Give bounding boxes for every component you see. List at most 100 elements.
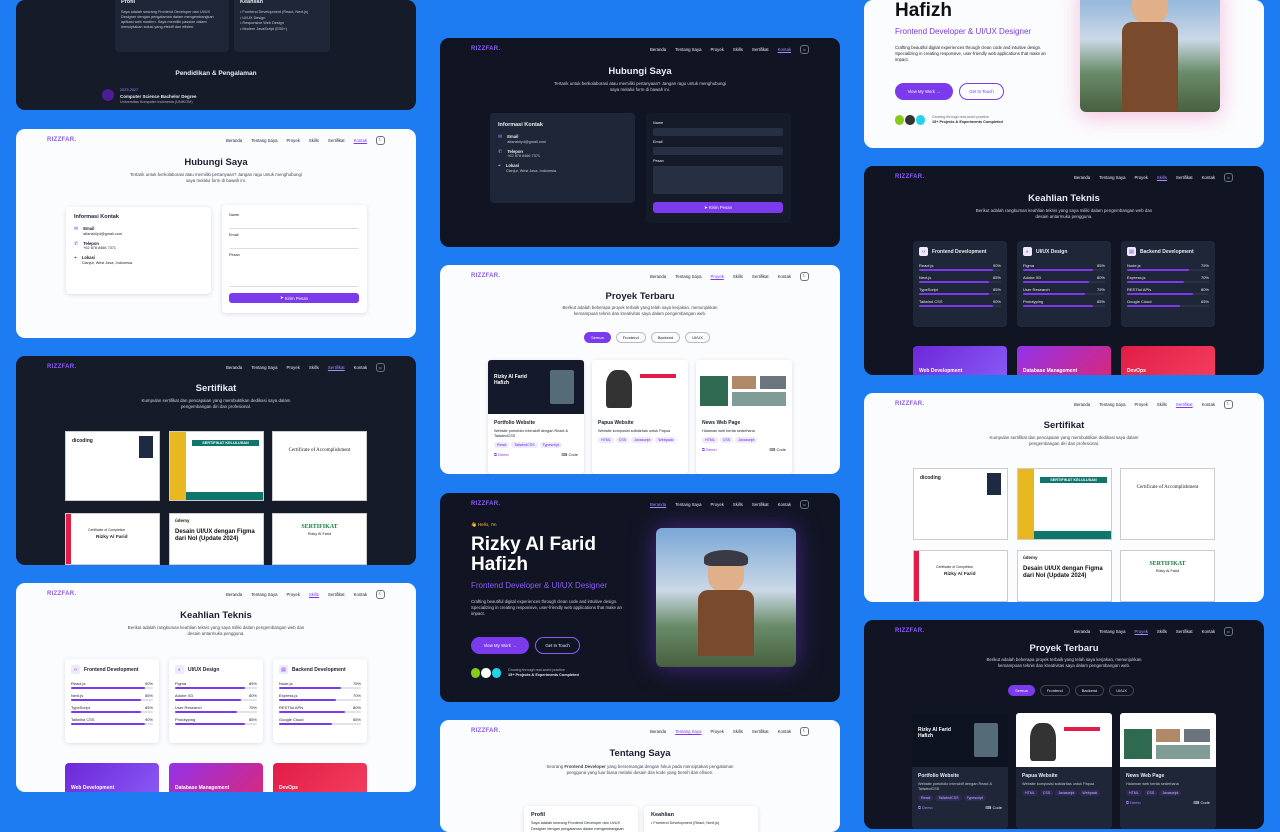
- demo-link[interactable]: ⧉ Demo: [918, 805, 933, 810]
- nav-skills[interactable]: Skills: [309, 138, 319, 143]
- nav-home[interactable]: Beranda: [650, 502, 666, 507]
- logo[interactable]: RIZZFAR.: [895, 174, 924, 180]
- demo-link[interactable]: ⧉ Demo: [702, 447, 717, 452]
- logo[interactable]: RIZZFAR.: [47, 137, 76, 143]
- nav-contact[interactable]: Kontak: [778, 47, 791, 52]
- filter-all[interactable]: Semua: [1008, 685, 1035, 696]
- nav-projects[interactable]: Proyek: [286, 592, 299, 597]
- nav-contact[interactable]: Kontak: [778, 274, 791, 279]
- nav-about[interactable]: Tentang Saya: [675, 502, 701, 507]
- devops-card[interactable]: DevOps: [273, 763, 367, 792]
- nav-projects[interactable]: Proyek: [1134, 402, 1147, 407]
- filter-frontend[interactable]: Frontend: [1039, 685, 1070, 696]
- nav-about[interactable]: Tentang Saya: [675, 729, 701, 734]
- nav-about[interactable]: Tentang Saya: [1099, 629, 1125, 634]
- filter-frontend[interactable]: Frontend: [615, 332, 646, 343]
- theme-toggle-icon[interactable]: ☼: [800, 44, 809, 54]
- email-field[interactable]: [229, 241, 359, 249]
- send-button[interactable]: ➤ Kirim Pesan: [653, 202, 783, 213]
- logo[interactable]: RIZZFAR.: [471, 728, 500, 734]
- logo[interactable]: RIZZFAR.: [895, 401, 924, 407]
- nav-skills[interactable]: Skills: [309, 592, 319, 597]
- theme-toggle-icon[interactable]: ☼: [800, 499, 809, 509]
- logo[interactable]: RIZZFAR.: [895, 628, 924, 634]
- nav-contact[interactable]: Kontak: [1202, 402, 1215, 407]
- nav-home[interactable]: Beranda: [226, 138, 242, 143]
- cert-kelulusan[interactable]: SERTIFIKAT KELULUSAN: [169, 431, 264, 501]
- theme-toggle-icon[interactable]: ☾: [376, 589, 385, 599]
- filter-uiux[interactable]: UI/UX: [685, 332, 710, 343]
- view-work-button[interactable]: View My Work →: [471, 637, 529, 654]
- theme-toggle-icon[interactable]: ☼: [376, 362, 385, 372]
- send-button[interactable]: ➤ Kirim Pesan: [229, 293, 359, 303]
- nav-home[interactable]: Beranda: [1074, 175, 1090, 180]
- filter-uiux[interactable]: UI/UX: [1109, 685, 1134, 696]
- nav-home[interactable]: Beranda: [226, 365, 242, 370]
- name-input[interactable]: [653, 128, 783, 136]
- demo-link[interactable]: ⧉ Demo: [494, 452, 509, 457]
- nav-certs[interactable]: Sertifikat: [328, 138, 345, 143]
- nav-certs[interactable]: Sertifikat: [752, 502, 769, 507]
- database-card[interactable]: Database Management: [169, 763, 263, 792]
- cert-completion[interactable]: Certificate of Completion Rizky Al Farid: [65, 513, 160, 565]
- cert-sertifikat[interactable]: SERTIFIKAT Rizky Al Farid: [1120, 550, 1215, 602]
- logo[interactable]: RIZZFAR.: [471, 501, 500, 507]
- nav-certs[interactable]: Sertifikat: [752, 274, 769, 279]
- nav-certs[interactable]: Sertifikat: [328, 592, 345, 597]
- logo[interactable]: RIZZFAR.: [47, 591, 76, 597]
- nav-projects[interactable]: Proyek: [710, 502, 723, 507]
- nav-certs[interactable]: Sertifikat: [752, 47, 769, 52]
- nav-contact[interactable]: Kontak: [1202, 629, 1215, 634]
- theme-toggle-icon[interactable]: ☼: [1224, 172, 1233, 182]
- project-card-news[interactable]: News Web Page Halaman web berita sederhan…: [1120, 713, 1216, 829]
- nav-home[interactable]: Beranda: [650, 274, 666, 279]
- nav-projects[interactable]: Proyek: [286, 138, 299, 143]
- logo[interactable]: RIZZFAR.: [471, 46, 500, 52]
- nav-contact[interactable]: Kontak: [778, 502, 791, 507]
- nav-about[interactable]: Tentang Saya: [1099, 175, 1125, 180]
- cert-dicoding[interactable]: dicoding: [913, 468, 1008, 540]
- code-link[interactable]: ⌨ Code: [770, 447, 786, 452]
- nav-about[interactable]: Tentang Saya: [1099, 402, 1125, 407]
- filter-backend[interactable]: Backend: [650, 332, 681, 343]
- nav-contact[interactable]: Kontak: [354, 592, 367, 597]
- nav-certs[interactable]: Sertifikat: [1176, 402, 1193, 407]
- theme-toggle-icon[interactable]: ☾: [800, 726, 809, 736]
- nav-contact[interactable]: Kontak: [354, 365, 367, 370]
- nav-about[interactable]: Tentang Saya: [251, 592, 277, 597]
- nav-home[interactable]: Beranda: [650, 729, 666, 734]
- nav-home[interactable]: Beranda: [226, 592, 242, 597]
- project-card-papua[interactable]: Papua Website Website komposisi solidarit…: [592, 360, 688, 474]
- nav-contact[interactable]: Kontak: [354, 138, 367, 143]
- nav-skills[interactable]: Skills: [733, 274, 743, 279]
- nav-skills[interactable]: Skills: [733, 729, 743, 734]
- get-in-touch-button[interactable]: Get In Touch: [535, 637, 580, 654]
- nav-home[interactable]: Beranda: [650, 47, 666, 52]
- nav-certs[interactable]: Sertifikat: [752, 729, 769, 734]
- nav-projects[interactable]: Proyek: [1134, 629, 1147, 634]
- cert-accomplishment[interactable]: Certificate of Accomplishment: [272, 431, 367, 501]
- project-card-portfolio[interactable]: Rizky Al Farid Hafizh Portfolio Website W…: [488, 360, 584, 474]
- nav-certs[interactable]: Sertifikat: [328, 365, 345, 370]
- web-dev-card[interactable]: Web Development: [913, 346, 1007, 375]
- project-card-portfolio[interactable]: Rizky Al Farid Hafizh Portfolio Website W…: [912, 713, 1008, 829]
- demo-link[interactable]: ⧉ Demo: [1126, 800, 1141, 805]
- nav-skills[interactable]: Skills: [1157, 629, 1167, 634]
- cert-accomplishment[interactable]: Certificate of Accomplishment: [1120, 468, 1215, 540]
- cert-udemy[interactable]: ûdemy Desain UI/UX dengan Figma dari Nol …: [1017, 550, 1112, 602]
- filter-backend[interactable]: Backend: [1074, 685, 1105, 696]
- cert-dicoding[interactable]: dicoding: [65, 431, 160, 501]
- name-input[interactable]: [229, 221, 359, 229]
- cert-completion[interactable]: Certificate of Completion Rizky Al Farid: [913, 550, 1008, 602]
- web-dev-card[interactable]: Web Development: [65, 763, 159, 792]
- nav-about[interactable]: Tentang Saya: [675, 47, 701, 52]
- nav-projects[interactable]: Proyek: [286, 365, 299, 370]
- theme-toggle-icon[interactable]: ☾: [1224, 399, 1233, 409]
- nav-home[interactable]: Beranda: [1074, 629, 1090, 634]
- nav-skills[interactable]: Skills: [733, 47, 743, 52]
- nav-certs[interactable]: Sertifikat: [1176, 629, 1193, 634]
- nav-home[interactable]: Beranda: [1074, 402, 1090, 407]
- nav-skills[interactable]: Skills: [309, 365, 319, 370]
- message-input[interactable]: [653, 166, 783, 194]
- devops-card[interactable]: DevOps: [1121, 346, 1215, 375]
